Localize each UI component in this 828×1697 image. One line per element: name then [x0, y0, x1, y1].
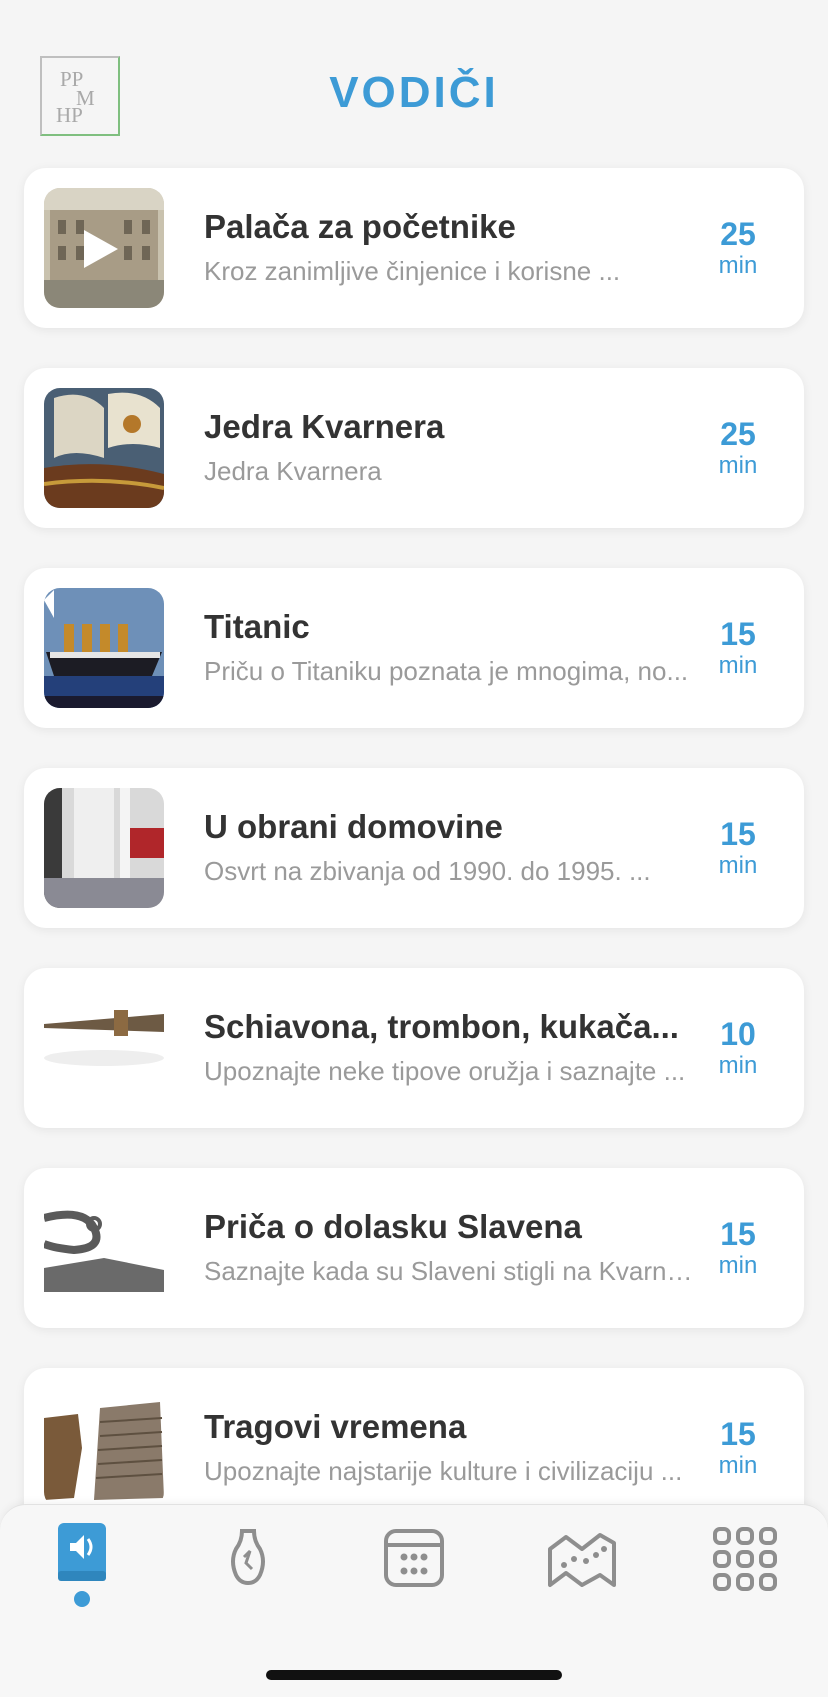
guide-title: Titanic — [204, 608, 310, 645]
guide-description: Kroz zanimljive činjenice i korisne ... — [204, 256, 621, 286]
duration-unit: min — [718, 452, 758, 479]
guide-card-schiavona[interactable]: Schiavona, trombon, kukača... Upoznajte … — [24, 968, 804, 1128]
guide-duration: 15 min — [708, 816, 768, 880]
guide-card-jedra[interactable]: Jedra Kvarnera Jedra Kvarnera 25 min — [24, 368, 804, 528]
guide-duration: 25 min — [708, 216, 768, 280]
guide-description: Upoznajte najstarije kulture i civilizac… — [204, 1456, 683, 1486]
guide-title: Palača za početnike — [204, 208, 516, 245]
page-title: VODIČI — [329, 68, 499, 117]
duration-unit: min — [718, 652, 758, 679]
duration-unit: min — [718, 1052, 758, 1079]
vase-icon — [231, 1529, 265, 1585]
duration-unit: min — [718, 1452, 758, 1479]
guide-title: Schiavona, trombon, kukača... — [204, 1008, 679, 1045]
guide-description: Jedra Kvarnera — [204, 456, 382, 486]
guide-description: Osvrt na zbivanja od 1990. do 1995. ... — [204, 856, 651, 886]
guide-description: Upoznajte neke tipove oružja i saznajte … — [204, 1056, 686, 1086]
duration-value: 15 — [720, 616, 756, 652]
calendar-icon — [384, 1529, 444, 1587]
duration-value: 15 — [720, 816, 756, 852]
guide-title: Tragovi vremena — [204, 1408, 467, 1445]
titanic-poster-thumbnail — [44, 588, 164, 708]
sailing-ship-thumbnail — [44, 388, 164, 508]
guide-card-domovina[interactable]: U obrani domovine Osvrt na zbivanja od 1… — [24, 768, 804, 928]
duration-value: 10 — [720, 1016, 756, 1052]
sword-thumbnail — [44, 988, 164, 1108]
guide-duration: 15 min — [708, 1416, 768, 1480]
guide-card-titanic[interactable]: Titanic Priču o Titaniku poznata je mnog… — [24, 568, 804, 728]
guide-description: Saznajte kada su Slaveni stigli na Kvarn… — [204, 1256, 694, 1286]
tab-menu[interactable] — [705, 1519, 785, 1599]
duration-value: 15 — [720, 1416, 756, 1452]
guide-card-palaca[interactable]: Palača za početnike Kroz zanimljive činj… — [24, 168, 804, 328]
guide-duration: 10 min — [708, 1016, 768, 1080]
duration-value: 25 — [720, 416, 756, 452]
duration-value: 25 — [720, 216, 756, 252]
duration-value: 15 — [720, 1216, 756, 1252]
tab-audio-guides[interactable] — [42, 1519, 122, 1599]
guide-duration: 15 min — [708, 1216, 768, 1280]
guide-duration: 25 min — [708, 416, 768, 480]
guide-card-slaveni[interactable]: Priča o dolasku Slavena Saznajte kada su… — [24, 1168, 804, 1328]
home-indicator[interactable] — [266, 1670, 562, 1680]
tab-calendar[interactable] — [374, 1519, 454, 1599]
tab-collections[interactable] — [208, 1519, 288, 1599]
tab-map[interactable] — [542, 1519, 622, 1599]
active-tab-indicator — [74, 1591, 90, 1607]
exhibition-room-thumbnail — [44, 788, 164, 908]
duration-unit: min — [718, 1252, 758, 1279]
guides-list: Palača za početnike Kroz zanimljive činj… — [24, 168, 804, 1568]
artifact-thumbnail — [44, 1188, 164, 1308]
grid-menu-icon — [713, 1527, 777, 1591]
audio-guide-icon — [58, 1523, 106, 1581]
guide-title: U obrani domovine — [204, 808, 503, 845]
guide-title: Priča o dolasku Slavena — [204, 1208, 582, 1245]
duration-unit: min — [718, 852, 758, 879]
duration-unit: min — [718, 252, 758, 279]
guide-description: Priču o Titaniku poznata je mnogima, no.… — [204, 656, 689, 686]
map-icon — [548, 1533, 616, 1587]
ancient-objects-thumbnail — [44, 1388, 164, 1508]
bottom-tab-bar — [0, 1504, 828, 1697]
palace-photo-thumbnail — [44, 188, 164, 308]
guide-title: Jedra Kvarnera — [204, 408, 445, 445]
guide-duration: 15 min — [708, 616, 768, 680]
